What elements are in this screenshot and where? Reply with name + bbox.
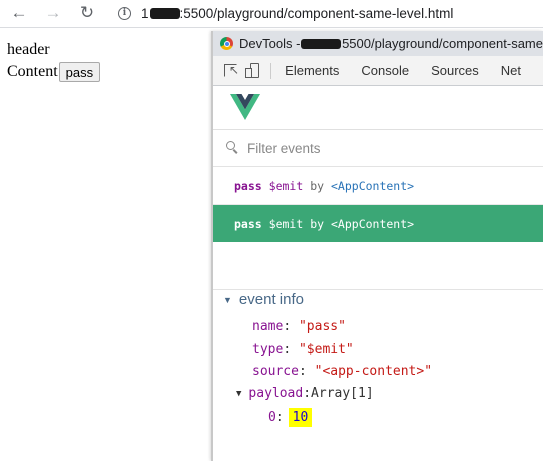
devtools-title-prefix: DevTools - — [239, 36, 301, 51]
content-text: Content — [7, 63, 58, 80]
event-list-item[interactable]: pass $emit by <AppContent> — [213, 168, 543, 205]
prop-key: name — [252, 319, 284, 334]
devtools-tabbar: Elements Console Sources Net — [213, 56, 543, 86]
page-viewport: header Content pass — [0, 28, 213, 461]
page-header-text: header — [7, 41, 50, 58]
prop-key: source — [252, 364, 299, 379]
event-by: by — [310, 216, 325, 231]
redacted-host — [149, 7, 180, 19]
pass-button[interactable]: pass — [58, 62, 101, 82]
device-toolbar-icon[interactable] — [244, 62, 259, 79]
vue-devtools-header — [213, 86, 543, 130]
array-value-highlighted: 10 — [288, 408, 313, 427]
filter-events-input[interactable]: Filter events — [247, 141, 321, 156]
address-bar[interactable]: i 1 :5500/playground/component-same-leve… — [118, 2, 543, 24]
search-icon — [226, 141, 240, 155]
collapse-triangle-icon[interactable]: ▼ — [223, 295, 232, 305]
prop-value: "$emit" — [298, 342, 354, 357]
event-info-panel: ▼ event info name: "pass" type: "$emit" … — [213, 290, 543, 461]
tab-network[interactable]: Net — [501, 63, 521, 78]
event-name: pass — [234, 216, 262, 231]
back-button[interactable]: ← — [8, 2, 30, 24]
reload-icon: ↻ — [79, 3, 95, 22]
content-row: Content pass — [7, 62, 101, 82]
devtools-titlebar: DevTools - 5500/playground/component-sam… — [213, 31, 543, 56]
browser-toolbar: ← → ↻ i 1 :5500/playground/component-sam… — [0, 0, 543, 28]
url-prefix: 1 — [141, 5, 149, 21]
tab-sources[interactable]: Sources — [431, 63, 479, 78]
payload-item-row: 0:10 — [268, 408, 313, 427]
prop-type-row: type: "$emit" — [252, 342, 354, 357]
event-type: $emit — [268, 216, 304, 231]
forward-button[interactable]: → — [42, 2, 64, 24]
event-list-item-selected[interactable]: pass $emit by <AppContent> — [213, 205, 543, 242]
event-type: $emit — [268, 179, 304, 193]
expand-triangle-icon[interactable]: ▼ — [236, 389, 241, 399]
url-path: :5500/playground/component-same-level.ht… — [179, 5, 454, 21]
prop-payload-row[interactable]: ▼ payload: Array[1] — [236, 386, 374, 401]
redacted-host — [301, 38, 342, 49]
event-name: pass — [234, 179, 262, 193]
arrow-right-icon: → — [44, 3, 62, 22]
prop-source-row: source: "<app-content>" — [252, 364, 433, 379]
reload-button[interactable]: ↻ — [76, 2, 98, 24]
prop-key: payload — [248, 386, 304, 401]
filter-events-bar[interactable]: Filter events — [213, 130, 543, 167]
event-by: by — [310, 179, 325, 193]
devtools-window: DevTools - 5500/playground/component-sam… — [211, 31, 543, 461]
vue-logo-icon — [230, 94, 260, 120]
chrome-icon — [220, 37, 233, 50]
arrow-left-icon: ← — [10, 3, 28, 22]
prop-value: Array[1] — [311, 386, 374, 401]
prop-value: "<app-content>" — [314, 364, 433, 379]
array-index: 0 — [268, 410, 276, 425]
prop-key: type — [252, 342, 284, 357]
prop-value: "pass" — [298, 319, 346, 334]
event-info-title: event info — [238, 291, 304, 308]
tab-elements[interactable]: Elements — [285, 63, 339, 78]
event-info-header[interactable]: ▼ event info — [223, 291, 304, 308]
tab-divider — [270, 62, 272, 79]
event-component: <AppContent> — [331, 179, 415, 193]
tab-console[interactable]: Console — [361, 63, 409, 78]
prop-name-row: name: "pass" — [252, 319, 346, 334]
event-component: <AppContent> — [331, 216, 415, 231]
info-icon[interactable]: i — [118, 6, 131, 20]
devtools-title-path: 5500/playground/component-same — [342, 36, 543, 51]
inspect-element-icon[interactable] — [224, 63, 239, 77]
